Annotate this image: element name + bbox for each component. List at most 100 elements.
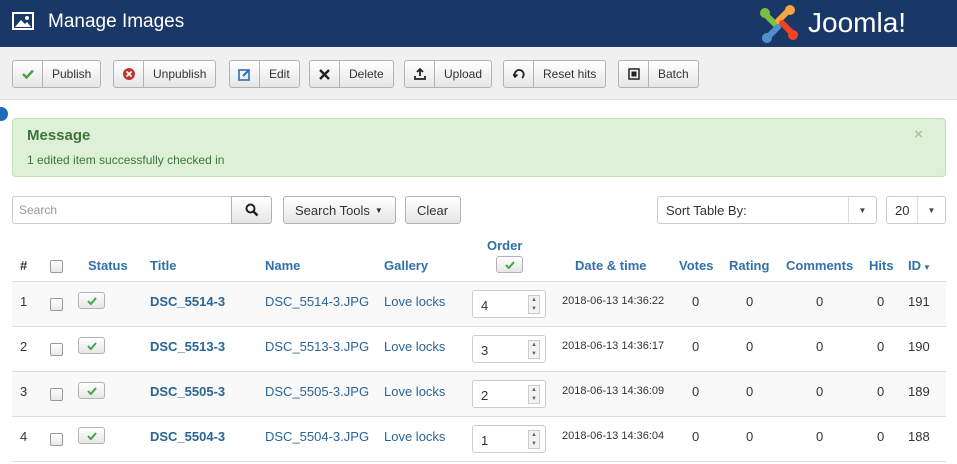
comments-value: 0 (816, 339, 824, 354)
id-value: 189 (908, 384, 930, 399)
edit-button[interactable]: Edit (229, 60, 300, 88)
gallery-link[interactable]: Love locks (384, 384, 445, 399)
image-name-link[interactable]: DSC_5504-3.JPG (265, 429, 369, 444)
row-checkbox[interactable] (50, 298, 63, 311)
image-title-link[interactable]: DSC_5514-3 (150, 294, 225, 309)
limit-select[interactable]: 20 ▼ (886, 196, 946, 224)
order-spinner[interactable]: ▲ ▼ (528, 430, 540, 449)
image-title-link[interactable]: DSC_5504-3 (150, 429, 225, 444)
clear-label: Clear (417, 202, 449, 218)
save-order-button[interactable] (496, 256, 523, 273)
order-input[interactable]: 4 ▲ ▼ (472, 290, 546, 318)
image-name-link[interactable]: DSC_5513-3.JPG (265, 339, 369, 354)
search-icon (245, 203, 258, 217)
joomla-logo-icon (760, 5, 798, 43)
check-icon (86, 341, 97, 350)
check-icon (86, 296, 97, 305)
image-title-link[interactable]: DSC_5505-3 (150, 384, 225, 399)
row-checkbox[interactable] (50, 343, 63, 356)
rating-value: 0 (746, 429, 754, 444)
order-spinner[interactable]: ▲ ▼ (528, 385, 540, 404)
close-icon[interactable]: × (914, 126, 923, 143)
votes-value: 0 (692, 429, 700, 444)
success-message: Message 1 edited item successfully check… (12, 118, 946, 177)
edit-icon (230, 61, 260, 87)
rating-value: 0 (746, 294, 754, 309)
spin-up-icon: ▲ (531, 297, 537, 304)
spin-down-icon: ▼ (531, 305, 537, 312)
row-checkbox[interactable] (50, 433, 63, 446)
col-header-comments[interactable]: Comments (786, 258, 853, 273)
publish-toggle-button[interactable] (78, 427, 105, 444)
publish-toggle-button[interactable] (78, 337, 105, 354)
gallery-link[interactable]: Love locks (384, 429, 445, 444)
row-number: 4 (20, 429, 28, 444)
select-all-checkbox[interactable] (50, 260, 63, 273)
image-name-link[interactable]: DSC_5505-3.JPG (265, 384, 369, 399)
hits-value: 0 (877, 384, 885, 399)
date-time: 2018-06-13 14:36:09 (562, 385, 665, 397)
col-header-date[interactable]: Date & time (575, 258, 647, 273)
upload-button[interactable]: Upload (404, 60, 493, 88)
order-spinner[interactable]: ▲ ▼ (528, 340, 540, 359)
gallery-link[interactable]: Love locks (384, 294, 445, 309)
spin-up-icon: ▲ (531, 342, 537, 349)
votes-value: 0 (692, 384, 700, 399)
joomla-logo: Joomla! (758, 3, 944, 45)
col-header-id[interactable]: ID ▼ (908, 258, 931, 273)
order-value: 4 (481, 298, 489, 313)
refresh-icon (504, 61, 534, 87)
upload-label: Upload (444, 67, 483, 81)
chevron-down-icon: ▼ (848, 197, 876, 223)
col-header-title[interactable]: Title (150, 258, 177, 273)
col-header-votes[interactable]: Votes (679, 258, 713, 273)
message-heading: Message (27, 127, 91, 144)
publish-button[interactable]: Publish (12, 60, 102, 88)
row-number: 3 (20, 384, 28, 399)
spin-down-icon: ▼ (531, 350, 537, 357)
image-title-link[interactable]: DSC_5513-3 (150, 339, 225, 354)
image-name-link[interactable]: DSC_5514-3.JPG (265, 294, 369, 309)
search-input[interactable] (12, 196, 232, 224)
col-header-hits[interactable]: Hits (869, 258, 894, 273)
order-input[interactable]: 2 ▲ ▼ (472, 380, 546, 408)
unpublish-button[interactable]: Unpublish (113, 60, 217, 88)
batch-button[interactable]: Batch (618, 60, 699, 88)
circle-x-icon (114, 61, 144, 87)
sidebar-toggle[interactable] (0, 107, 8, 121)
delete-label: Delete (349, 67, 384, 81)
publish-toggle-button[interactable] (78, 382, 105, 399)
col-header-name[interactable]: Name (265, 258, 300, 273)
table-row: 3 DSC_5505-3 DSC_5505-3.JPG Love locks 2 ▲ ▼ 20… (12, 372, 946, 417)
sort-select-value: Sort Table By: (666, 202, 747, 218)
order-input[interactable]: 3 ▲ ▼ (472, 335, 546, 363)
publish-toggle-button[interactable] (78, 292, 105, 309)
table-row: 4 DSC_5504-3 DSC_5504-3.JPG Love locks 1 ▲ ▼ 20… (12, 417, 946, 462)
col-header-gallery[interactable]: Gallery (384, 258, 428, 273)
date-time: 2018-06-13 14:36:22 (562, 295, 665, 307)
row-checkbox[interactable] (50, 388, 63, 401)
order-input[interactable]: 1 ▲ ▼ (472, 425, 546, 453)
reset-hits-label: Reset hits (543, 67, 597, 81)
votes-value: 0 (692, 294, 700, 309)
reset-hits-button[interactable]: Reset hits (503, 60, 607, 88)
comments-value: 0 (816, 384, 824, 399)
order-spinner[interactable]: ▲ ▼ (528, 295, 540, 314)
col-header-order[interactable]: Order (487, 238, 522, 253)
chevron-down-icon: ▼ (917, 197, 945, 223)
col-header-id-label: ID (908, 258, 921, 273)
sort-select[interactable]: Sort Table By: ▼ (657, 196, 877, 224)
gallery-link[interactable]: Love locks (384, 339, 445, 354)
clear-button[interactable]: Clear (405, 196, 461, 224)
header-bar: Manage Images Joomla! (0, 0, 957, 47)
caret-down-icon: ▼ (374, 205, 383, 215)
delete-button[interactable]: Delete (309, 60, 394, 88)
search-button[interactable] (231, 196, 272, 224)
col-header-rating[interactable]: Rating (729, 258, 769, 273)
search-tools-button[interactable]: Search Tools ▼ (283, 196, 396, 224)
table-row: 2 DSC_5513-3 DSC_5513-3.JPG Love locks 3 ▲ ▼ 20… (12, 327, 946, 372)
row-number: 1 (20, 294, 28, 309)
col-header-status[interactable]: Status (88, 258, 128, 273)
col-header-num: # (20, 258, 28, 273)
date-time: 2018-06-13 14:36:17 (562, 340, 665, 352)
